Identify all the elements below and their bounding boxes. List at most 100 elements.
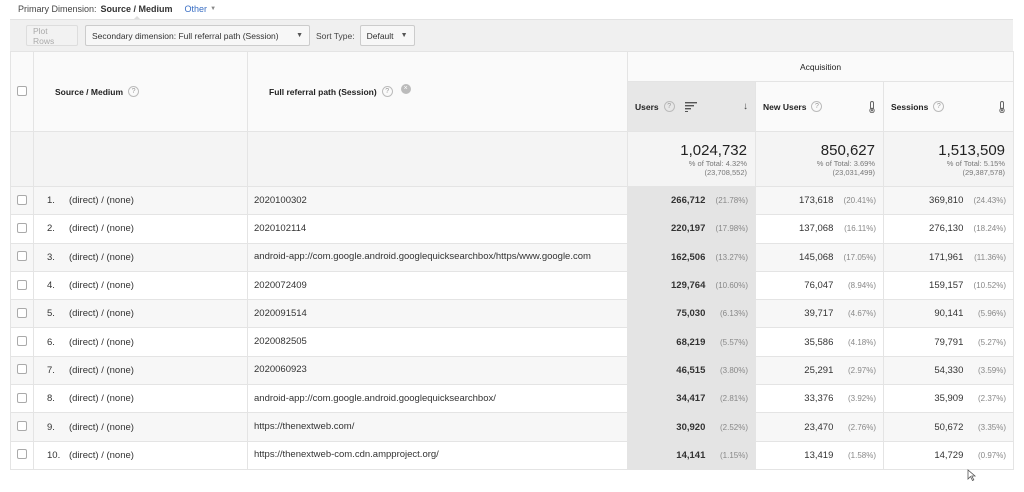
- referral-path-link[interactable]: 2020100302: [254, 195, 307, 206]
- table-row[interactable]: 6. (direct) / (none) 2020082505 68,219 (5.5…: [10, 327, 1015, 357]
- source-medium-link[interactable]: (direct) / (none): [69, 252, 134, 263]
- referral-path-link[interactable]: 2020072409: [254, 280, 307, 291]
- thermometer-icon[interactable]: [868, 100, 876, 113]
- row-checkbox[interactable]: [17, 449, 27, 460]
- new-users-cell: 35,586 (4.18%): [755, 327, 884, 357]
- users-cell: 220,197 (17.98%): [627, 214, 756, 244]
- table-row[interactable]: 9. (direct) / (none) https://thenextweb.co…: [10, 412, 1015, 442]
- sort-type-dropdown[interactable]: Default ▼: [359, 25, 415, 46]
- source-medium-link[interactable]: (direct) / (none): [69, 280, 134, 291]
- sessions-value: 35,909: [934, 393, 964, 405]
- table-row[interactable]: 5. (direct) / (none) 2020091514 75,030 (6.1…: [10, 299, 1015, 329]
- help-icon[interactable]: ?: [381, 86, 393, 97]
- new-users-header[interactable]: New Users ?: [755, 81, 884, 132]
- source-medium-link[interactable]: (direct) / (none): [69, 223, 134, 234]
- sessions-cell: 79,791 (5.27%): [882, 327, 1015, 357]
- users-pct: (2.52%): [719, 422, 748, 432]
- sessions-pct: (3.35%): [978, 422, 1007, 432]
- sessions-value: 54,330: [934, 364, 964, 376]
- help-icon[interactable]: ?: [663, 101, 675, 112]
- new-users-cell: 39,717 (4.67%): [755, 299, 884, 329]
- referral-path-link[interactable]: android-app://com.google.android.googleq…: [254, 393, 496, 404]
- referral-path-link[interactable]: 2020091514: [254, 308, 307, 319]
- referral-path-link[interactable]: https://thenextweb.com/: [254, 421, 354, 432]
- referral-path-link[interactable]: 2020102114: [254, 223, 306, 234]
- plot-rows-button[interactable]: Plot Rows: [26, 25, 78, 46]
- row-checkbox[interactable]: [17, 392, 27, 403]
- table-row[interactable]: 10. (direct) / (none) https://thenextweb-c…: [10, 440, 1015, 470]
- row-index: 5.: [47, 308, 55, 320]
- source-medium-link[interactable]: (direct) / (none): [69, 195, 134, 206]
- source-medium-cell: 9. (direct) / (none): [33, 412, 248, 442]
- sessions-pct: (10.52%): [973, 281, 1007, 291]
- source-medium-link[interactable]: (direct) / (none): [69, 337, 134, 348]
- row-checkbox[interactable]: [17, 222, 27, 233]
- new-users-value: 35,586: [804, 336, 834, 348]
- row-checkbox[interactable]: [17, 279, 27, 290]
- users-pct: (1.15%): [719, 450, 748, 460]
- sessions-header[interactable]: Sessions ?: [882, 81, 1015, 132]
- sessions-value: 90,141: [934, 308, 964, 320]
- referral-path-link[interactable]: https://thenextweb-com.cdn.ampproject.or…: [254, 449, 439, 460]
- users-pct: (6.13%): [719, 309, 748, 319]
- source-medium-header-label: Source / Medium: [55, 86, 124, 97]
- sessions-cell: 50,672 (3.35%): [882, 412, 1015, 442]
- referral-path-link[interactable]: android-app://com.google.android.googleq…: [254, 251, 591, 262]
- row-select-cell: [10, 440, 34, 470]
- referral-path-link[interactable]: 2020060923: [254, 364, 307, 375]
- users-total-value: 1,024,732: [680, 141, 747, 159]
- table-row[interactable]: 4. (direct) / (none) 2020072409 129,764 (10…: [10, 270, 1015, 301]
- primary-dimension-source-medium[interactable]: Source / Medium: [101, 4, 173, 19]
- sort-bars-icon[interactable]: [684, 101, 697, 112]
- row-checkbox[interactable]: [17, 421, 27, 432]
- referral-path-link[interactable]: 2020082505: [254, 336, 307, 347]
- primary-dimension-other[interactable]: Other ▼: [185, 4, 216, 14]
- source-medium-cell: 4. (direct) / (none): [33, 270, 248, 301]
- thermometer-icon[interactable]: [998, 100, 1006, 113]
- new-users-value: 145,068: [799, 251, 834, 263]
- help-icon[interactable]: ?: [933, 101, 945, 112]
- row-index: 3.: [47, 251, 55, 263]
- other-label: Other: [184, 4, 208, 14]
- source-medium-link[interactable]: (direct) / (none): [69, 393, 134, 404]
- row-checkbox[interactable]: [17, 307, 27, 318]
- source-medium-header[interactable]: Source / Medium ?: [33, 51, 248, 132]
- help-icon[interactable]: ?: [811, 101, 823, 112]
- new-users-pct: (1.58%): [847, 450, 876, 460]
- help-icon[interactable]: ?: [128, 86, 140, 97]
- table-row[interactable]: 7. (direct) / (none) 2020060923 46,515 (3.8…: [10, 355, 1015, 386]
- row-checkbox[interactable]: [17, 194, 27, 205]
- source-medium-link[interactable]: (direct) / (none): [69, 308, 134, 319]
- sort-descending-icon[interactable]: ↓: [743, 101, 748, 112]
- secondary-dimension-label: Secondary dimension: Full referral path …: [92, 30, 279, 41]
- row-checkbox[interactable]: [17, 336, 27, 347]
- full-referral-path-header[interactable]: Full referral path (Session) ? ×: [247, 51, 628, 132]
- sessions-value: 276,130: [929, 223, 964, 235]
- users-cell: 162,506 (13.27%): [627, 242, 756, 272]
- new-users-value: 137,068: [799, 223, 834, 235]
- sessions-value: 159,157: [929, 280, 964, 292]
- row-index: 6.: [47, 336, 55, 348]
- users-pct: (21.78%): [715, 196, 748, 206]
- row-checkbox[interactable]: [17, 364, 27, 375]
- remove-secondary-dimension-icon[interactable]: ×: [400, 83, 411, 94]
- sessions-total-value: 1,513,509: [938, 141, 1006, 159]
- source-medium-link[interactable]: (direct) / (none): [69, 450, 134, 461]
- row-select-cell: [10, 242, 34, 272]
- referral-path-cell: 2020060923: [247, 355, 628, 386]
- users-pct: (3.80%): [719, 365, 748, 375]
- table-row[interactable]: 8. (direct) / (none) android-app://com.goo…: [10, 384, 1015, 414]
- table-row[interactable]: 3. (direct) / (none) android-app://com.goo…: [10, 242, 1015, 272]
- new-users-total-value: 850,627: [820, 141, 875, 159]
- source-medium-link[interactable]: (direct) / (none): [69, 422, 134, 433]
- row-select-cell: [10, 412, 34, 442]
- table-row[interactable]: 1. (direct) / (none) 2020100302 266,712 (21…: [10, 185, 1015, 216]
- table-row[interactable]: 2. (direct) / (none) 2020102114 220,197 (17…: [10, 214, 1015, 244]
- secondary-dimension-dropdown[interactable]: Secondary dimension: Full referral path …: [85, 25, 310, 46]
- select-all-checkbox[interactable]: [17, 85, 27, 96]
- source-medium-link[interactable]: (direct) / (none): [69, 365, 134, 376]
- sessions-value: 369,810: [929, 195, 964, 207]
- row-checkbox[interactable]: [17, 251, 27, 262]
- users-header[interactable]: Users ? ↓: [627, 81, 756, 132]
- users-pct: (5.57%): [719, 337, 748, 347]
